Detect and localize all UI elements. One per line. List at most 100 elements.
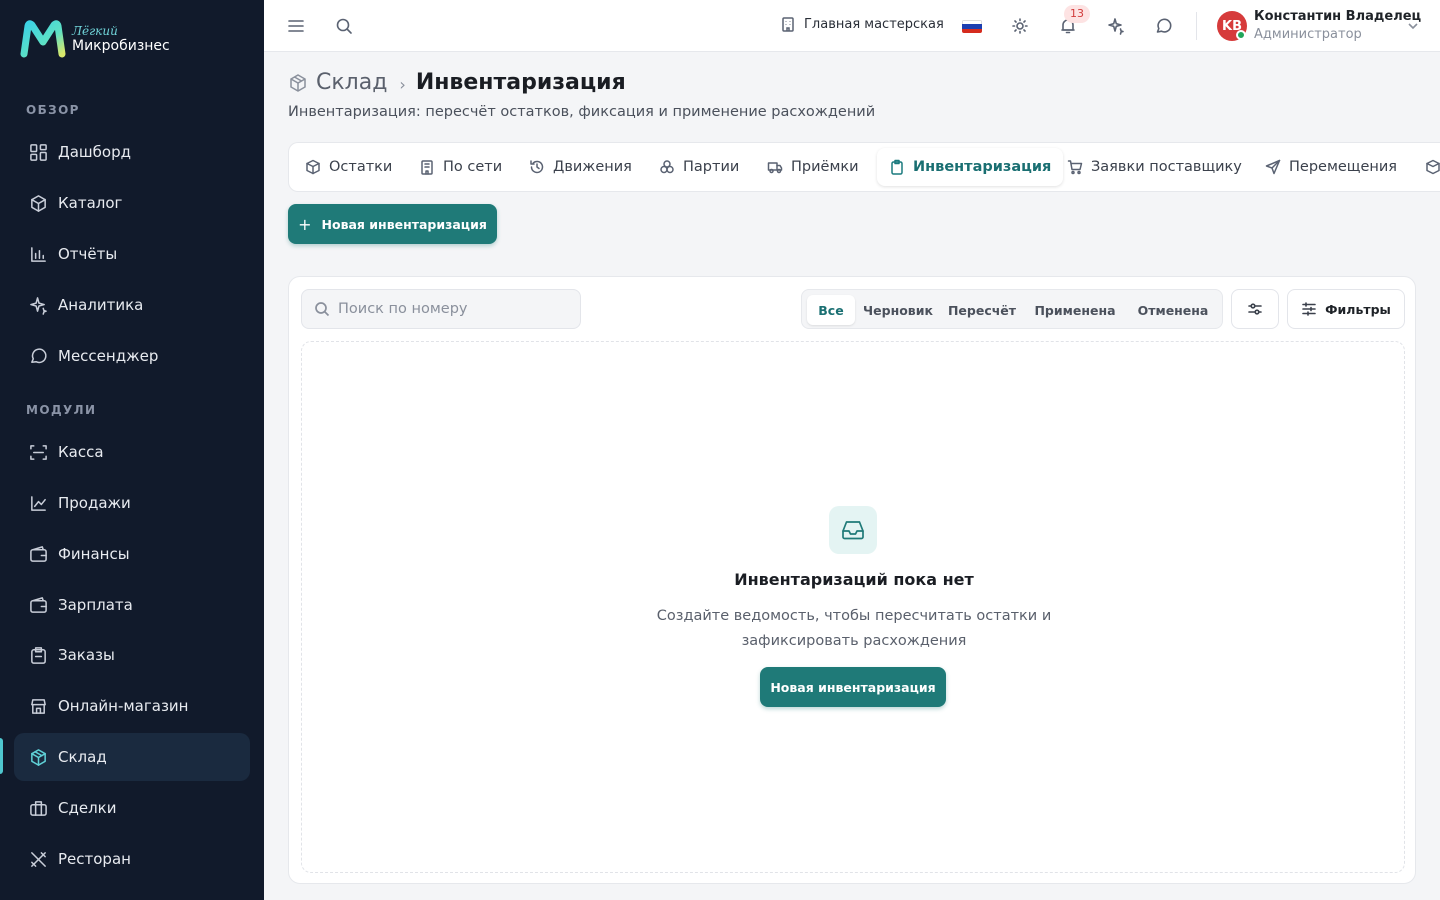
plus-icon: + bbox=[298, 214, 312, 234]
send-icon bbox=[1265, 159, 1281, 175]
sidebar-item-restaurant[interactable]: Ресторан bbox=[14, 835, 250, 883]
boxes-icon bbox=[306, 159, 320, 175]
sidebar-item-online-store[interactable]: Онлайн-магазин bbox=[14, 682, 250, 730]
history-icon bbox=[530, 160, 544, 174]
sidebar-item-reports[interactable]: Отчёты bbox=[14, 230, 250, 278]
sidebar-item-label: Мессенджер bbox=[58, 347, 159, 365]
user-name[interactable]: Константин Владелец bbox=[1254, 9, 1421, 24]
new-inventory-button[interactable]: + Новая инвентаризация bbox=[288, 204, 497, 244]
sidebar-item-analytics[interactable]: Аналитика bbox=[14, 281, 250, 329]
sidebar-item-label: Продажи bbox=[58, 494, 131, 512]
sidebar-item-finance[interactable]: Финансы bbox=[14, 530, 250, 578]
logo[interactable]: Лёгкий Микробизнес bbox=[20, 20, 170, 58]
section-overview: ОБЗОР bbox=[26, 103, 80, 117]
language-flag-icon[interactable] bbox=[962, 20, 982, 33]
sidebar-item-label: Финансы bbox=[58, 545, 130, 563]
building-icon bbox=[782, 17, 794, 32]
filters-button[interactable]: Фильтры bbox=[1287, 289, 1405, 329]
tab-batches[interactable]: Партии bbox=[659, 148, 739, 186]
sidebar-item-salary[interactable]: Зарплата bbox=[14, 581, 250, 629]
status-filter: Все Черновик Пересчёт Применена Отменена bbox=[801, 289, 1223, 329]
sidebar-item-deals[interactable]: Сделки bbox=[14, 784, 250, 832]
sidebar-item-label: Касса bbox=[58, 443, 104, 461]
sidebar-item-label: Отчёты bbox=[58, 245, 118, 263]
sidebar-item-messenger[interactable]: Мессенджер bbox=[14, 332, 250, 380]
workshop-selector[interactable]: Главная мастерская bbox=[780, 16, 944, 32]
sidebar-item-dashboard[interactable]: Дашборд bbox=[14, 128, 250, 176]
clipboard-icon bbox=[891, 159, 903, 175]
tab-more[interactable] bbox=[1425, 148, 1440, 186]
sidebar-item-label: Аналитика bbox=[58, 296, 144, 314]
search-field[interactable] bbox=[301, 289, 581, 329]
breadcrumb-parent[interactable]: Склад bbox=[316, 70, 387, 95]
page-title: Инвентаризация bbox=[415, 70, 626, 95]
logo-tagline: Лёгкий bbox=[72, 24, 118, 38]
tab-movements[interactable]: Движения bbox=[529, 148, 632, 186]
tab-inventory[interactable]: Инвентаризация bbox=[877, 148, 1064, 186]
menu-icon[interactable] bbox=[284, 14, 308, 38]
breadcrumb: Склад › Инвентаризация bbox=[288, 70, 626, 95]
sort-settings-button[interactable] bbox=[1231, 289, 1279, 329]
layers-icon bbox=[660, 160, 674, 174]
chat-icon bbox=[28, 346, 48, 366]
status-recount[interactable]: Пересчёт bbox=[941, 295, 1023, 325]
sidebar-item-orders[interactable]: Заказы bbox=[14, 631, 250, 679]
empty-new-inventory-button[interactable]: Новая инвентаризация bbox=[760, 667, 946, 707]
status-applied[interactable]: Применена bbox=[1027, 295, 1123, 325]
notification-badge: 13 bbox=[1064, 5, 1090, 23]
reports-icon bbox=[28, 244, 48, 264]
sidebar-item-label: Ресторан bbox=[58, 850, 131, 868]
empty-state: Инвентаризаций пока нет Создайте ведомос… bbox=[301, 341, 1405, 873]
page-subtitle: Инвентаризация: пересчёт остатков, фикса… bbox=[288, 104, 876, 120]
sidebar-item-label: Дашборд bbox=[58, 143, 131, 161]
cart-icon bbox=[1067, 160, 1083, 175]
scan-icon bbox=[28, 442, 48, 462]
sidebar-item-catalog[interactable]: Каталог bbox=[14, 179, 250, 227]
ai-sparkle-icon[interactable] bbox=[1104, 14, 1128, 38]
empty-state-description: Создайте ведомость, чтобы пересчитать ос… bbox=[656, 608, 1052, 649]
box-icon bbox=[290, 73, 306, 92]
sidebar-item-label: Каталог bbox=[58, 194, 123, 212]
chat-icon[interactable] bbox=[1152, 14, 1176, 38]
sliders-icon bbox=[1248, 303, 1262, 315]
wallet-icon bbox=[28, 544, 48, 564]
search-input[interactable] bbox=[338, 301, 568, 317]
status-cancelled[interactable]: Отменена bbox=[1127, 295, 1219, 325]
chevron-down-icon[interactable] bbox=[1406, 18, 1420, 32]
topbar-divider bbox=[1196, 12, 1197, 40]
wallet-icon bbox=[28, 595, 48, 615]
box-icon bbox=[1426, 159, 1440, 175]
warehouse-tabs: Остатки По сети Движения Партии Приёмки … bbox=[288, 142, 1440, 192]
theme-sun-icon[interactable] bbox=[1008, 14, 1032, 38]
tab-stock[interactable]: Остатки bbox=[305, 148, 392, 186]
utensils-icon bbox=[28, 849, 48, 869]
sidebar-item-sales[interactable]: Продажи bbox=[14, 479, 250, 527]
clipboard-icon bbox=[28, 645, 48, 665]
sidebar-item-label: Зарплата bbox=[58, 596, 133, 614]
user-role: Администратор bbox=[1254, 27, 1362, 42]
status-all[interactable]: Все bbox=[807, 295, 855, 325]
sidebar-item-label: Онлайн-магазин bbox=[58, 697, 189, 715]
tab-transfers[interactable]: Перемещения bbox=[1265, 148, 1397, 186]
sidebar-item-cashier[interactable]: Касса bbox=[14, 428, 250, 476]
logo-name: Микробизнес bbox=[72, 38, 170, 54]
search-icon bbox=[315, 302, 330, 317]
search-icon[interactable] bbox=[332, 14, 356, 38]
topbar: Главная мастерская 13 KB Константин Влад… bbox=[264, 0, 1440, 52]
tab-supplier-requests[interactable]: Заявки поставщику bbox=[1067, 148, 1242, 186]
status-draft[interactable]: Черновик bbox=[859, 295, 937, 325]
sidebar: Лёгкий Микробизнес ОБЗОР Дашборд Каталог… bbox=[0, 0, 264, 900]
tab-network[interactable]: По сети bbox=[419, 148, 502, 186]
logo-mark-icon bbox=[20, 20, 66, 58]
filter-lines-icon bbox=[1302, 302, 1316, 316]
tab-receipts[interactable]: Приёмки bbox=[767, 148, 859, 186]
workshop-name: Главная мастерская bbox=[804, 16, 944, 32]
catalog-icon bbox=[28, 193, 48, 213]
online-status-dot bbox=[1236, 30, 1246, 40]
inbox-icon bbox=[829, 506, 877, 554]
sparkle-icon bbox=[28, 295, 48, 315]
truck-icon bbox=[767, 162, 783, 174]
sidebar-item-warehouse[interactable]: Склад bbox=[14, 733, 250, 781]
sidebar-item-label: Склад bbox=[58, 748, 107, 766]
sidebar-item-label: Сделки bbox=[58, 799, 117, 817]
